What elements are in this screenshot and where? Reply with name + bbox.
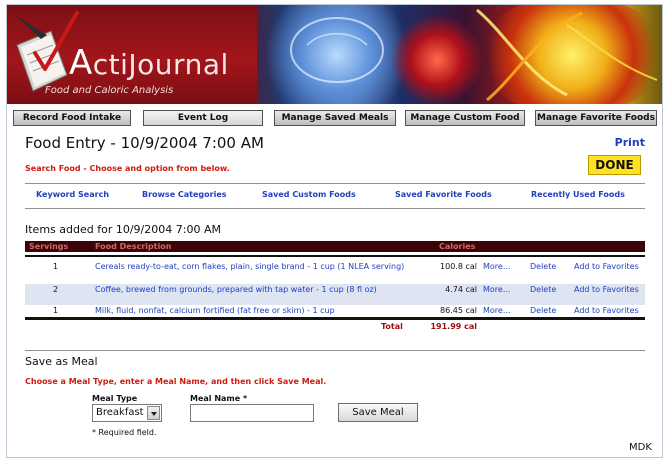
tab-manage-favorite-foods[interactable]: Manage Favorite Foods: [535, 110, 657, 126]
row-add-to-favorites-link[interactable]: Add to Favorites: [574, 285, 639, 294]
search-instructions: Search Food - Choose and option from bel…: [25, 164, 230, 173]
column-header-servings: Servings: [29, 242, 69, 251]
row-delete-link[interactable]: Delete: [530, 285, 556, 294]
brain-outline-graphic: [290, 17, 384, 83]
table-divider: [25, 255, 645, 257]
meal-name-label: Meal Name *: [190, 394, 248, 403]
row-more-link[interactable]: More...: [483, 306, 510, 315]
row-calories: 4.74 cal: [445, 285, 477, 294]
row-more-link[interactable]: More...: [483, 262, 510, 271]
tab-event-log[interactable]: Event Log: [143, 110, 263, 126]
row-add-to-favorites-link[interactable]: Add to Favorites: [574, 262, 639, 271]
footer-credit: MDK: [629, 442, 652, 453]
total-label: Total: [381, 322, 403, 331]
journal-checkmark-icon: [15, 11, 79, 92]
chevron-down-icon[interactable]: [147, 406, 160, 420]
recently-used-foods-link[interactable]: Recently Used Foods: [531, 190, 625, 199]
save-meal-title: Save as Meal: [25, 355, 98, 368]
done-button[interactable]: DONE: [588, 155, 641, 175]
saved-custom-foods-link[interactable]: Saved Custom Foods: [262, 190, 356, 199]
row-delete-link[interactable]: Delete: [530, 262, 556, 271]
tab-manage-saved-meals[interactable]: Manage Saved Meals: [274, 110, 396, 126]
save-meal-button[interactable]: Save Meal: [338, 403, 418, 422]
table-row: 1 Milk, fluid, nonfat, calcium fortified…: [25, 306, 645, 316]
dna-helix-graphic: [476, 8, 658, 102]
row-delete-link[interactable]: Delete: [530, 306, 556, 315]
meal-type-selected-value: Breakfast: [96, 407, 144, 418]
row-calories: 100.8 cal: [440, 262, 477, 271]
row-food-description-link[interactable]: Milk, fluid, nonfat, calcium fortified (…: [95, 306, 410, 316]
search-options-bar: Keyword Search Browse Categories Saved C…: [25, 183, 645, 209]
section-divider: [25, 350, 645, 351]
app-logo-title: ActiJournal: [69, 43, 229, 83]
meal-name-input[interactable]: [190, 404, 314, 422]
row-food-description-link[interactable]: Coffee, brewed from grounds, prepared wi…: [95, 285, 410, 295]
row-servings: 1: [53, 262, 59, 271]
main-nav-tabs: Record Food Intake Event Log Manage Save…: [7, 110, 662, 126]
row-food-description-link[interactable]: Cereals ready-to-eat, corn flakes, plain…: [95, 262, 410, 272]
table-row: 2 Coffee, brewed from grounds, prepared …: [25, 284, 645, 305]
tab-manage-custom-food[interactable]: Manage Custom Food: [405, 110, 525, 126]
row-calories: 86.45 cal: [440, 306, 477, 315]
column-header-description: Food Description: [95, 242, 172, 251]
browse-categories-link[interactable]: Browse Categories: [142, 190, 227, 199]
meal-type-label: Meal Type: [92, 394, 138, 403]
save-meal-instructions: Choose a Meal Type, enter a Meal Name, a…: [25, 377, 327, 386]
print-link[interactable]: Print: [615, 136, 645, 149]
page-title: Food Entry - 10/9/2004 7:00 AM: [25, 134, 264, 152]
row-add-to-favorites-link[interactable]: Add to Favorites: [574, 306, 639, 315]
saved-favorite-foods-link[interactable]: Saved Favorite Foods: [395, 190, 492, 199]
row-more-link[interactable]: More...: [483, 285, 510, 294]
keyword-search-link[interactable]: Keyword Search: [36, 190, 109, 199]
table-row: 1 Cereals ready-to-eat, corn flakes, pla…: [25, 262, 645, 284]
column-header-calories: Calories: [439, 242, 476, 251]
required-field-note: * Required field.: [92, 428, 157, 437]
total-calories-value: 191.99 cal: [430, 322, 477, 331]
tab-record-food-intake[interactable]: Record Food Intake: [13, 110, 131, 126]
row-servings: 2: [53, 285, 59, 294]
header-banner: ActiJournal Food and Caloric Analysis: [7, 5, 662, 104]
row-servings: 1: [53, 306, 59, 315]
meal-type-select[interactable]: Breakfast: [92, 404, 162, 422]
table-total-divider: [25, 317, 645, 320]
app-logo-subtitle: Food and Caloric Analysis: [45, 85, 174, 96]
items-table-header: Servings Food Description Calories: [25, 241, 645, 252]
items-section-title: Items added for 10/9/2004 7:00 AM: [25, 223, 221, 236]
app-window: ActiJournal Food and Caloric Analysis Re…: [6, 4, 663, 458]
